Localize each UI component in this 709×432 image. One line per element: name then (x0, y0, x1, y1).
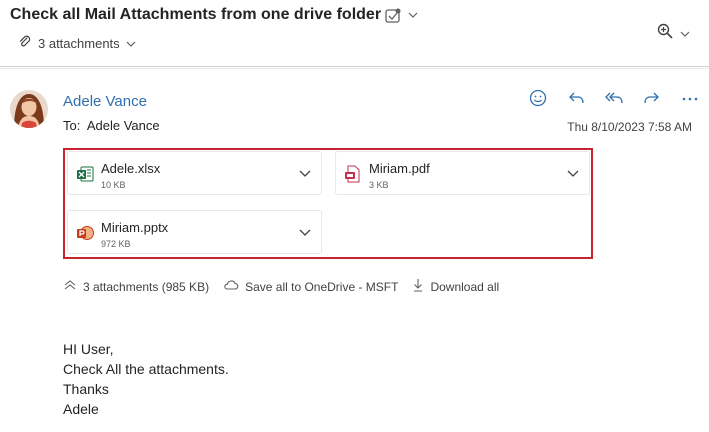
header-divider (0, 66, 709, 67)
body-line: Thanks (63, 381, 109, 397)
chevron-down-icon (680, 25, 690, 43)
attachments-highlight: Adele.xlsx 10 KB Miriam.pdf 3 KB Miriam.… (63, 148, 593, 259)
chevron-down-icon[interactable] (299, 225, 311, 237)
avatar[interactable] (10, 90, 48, 128)
to-label: To: (63, 118, 81, 133)
recipients-row: To: Adele Vance (63, 118, 160, 133)
chevron-down-icon[interactable] (567, 166, 579, 178)
attachment-card[interactable]: Miriam.pptx 972 KB (67, 210, 322, 254)
reply-all-icon[interactable] (604, 88, 624, 108)
body-line: HI User, (63, 341, 114, 357)
attachment-name: Miriam.pptx (101, 220, 169, 235)
zoom-in-icon (656, 22, 674, 45)
header-divider-shadow (0, 68, 709, 69)
save-all-onedrive-button[interactable]: Save all to OneDrive - MSFT (223, 279, 398, 294)
attachment-card[interactable]: Adele.xlsx 10 KB (67, 151, 322, 195)
sender-name[interactable]: Adele Vance (63, 93, 147, 110)
sensitivity-label-icon[interactable] (384, 7, 404, 27)
download-all-button[interactable]: Download all (412, 278, 499, 295)
attachments-toggle[interactable]: 3 attachments (18, 35, 136, 52)
attachments-count-label: 3 attachments (38, 36, 120, 51)
chevron-down-icon (126, 36, 136, 51)
attachment-name: Adele.xlsx (101, 161, 161, 176)
emoji-reaction-icon[interactable] (528, 88, 548, 108)
chevron-up-double-icon (63, 279, 77, 294)
attachment-size: 3 KB (369, 180, 389, 190)
body-line: Adele (63, 401, 99, 417)
attachment-size: 972 KB (101, 239, 131, 249)
more-options-icon[interactable] (680, 88, 700, 108)
attachments-total-label: 3 attachments (985 KB) (83, 279, 210, 294)
email-subject: Check all Mail Attachments from one driv… (10, 6, 382, 23)
powerpoint-file-icon (76, 224, 94, 242)
reply-icon[interactable] (566, 88, 586, 108)
download-all-label: Download all (430, 279, 500, 294)
attachment-card[interactable]: Miriam.pdf 3 KB (335, 151, 590, 195)
cloud-icon (223, 279, 239, 294)
body-line: Check All the attachments. (63, 361, 229, 377)
save-all-label: Save all to OneDrive - MSFT (245, 279, 399, 294)
chevron-down-icon[interactable] (408, 11, 418, 22)
chevron-down-icon[interactable] (299, 166, 311, 178)
message-date: Thu 8/10/2023 7:58 AM (567, 120, 692, 134)
attachment-size: 10 KB (101, 180, 126, 190)
pdf-file-icon (344, 165, 362, 183)
recipient-name[interactable]: Adele Vance (87, 118, 160, 133)
paperclip-icon (18, 35, 32, 52)
message-actions (528, 88, 700, 108)
forward-icon[interactable] (642, 88, 662, 108)
attachments-footer: 3 attachments (985 KB) Save all to OneDr… (63, 278, 513, 295)
zoom-button[interactable] (656, 22, 690, 45)
download-icon (412, 278, 424, 295)
attachment-name: Miriam.pdf (369, 161, 430, 176)
message-body: HI User, Check All the attachments. Than… (63, 339, 229, 419)
excel-file-icon (76, 165, 94, 183)
collapse-attachments-button[interactable]: 3 attachments (985 KB) (63, 279, 209, 294)
